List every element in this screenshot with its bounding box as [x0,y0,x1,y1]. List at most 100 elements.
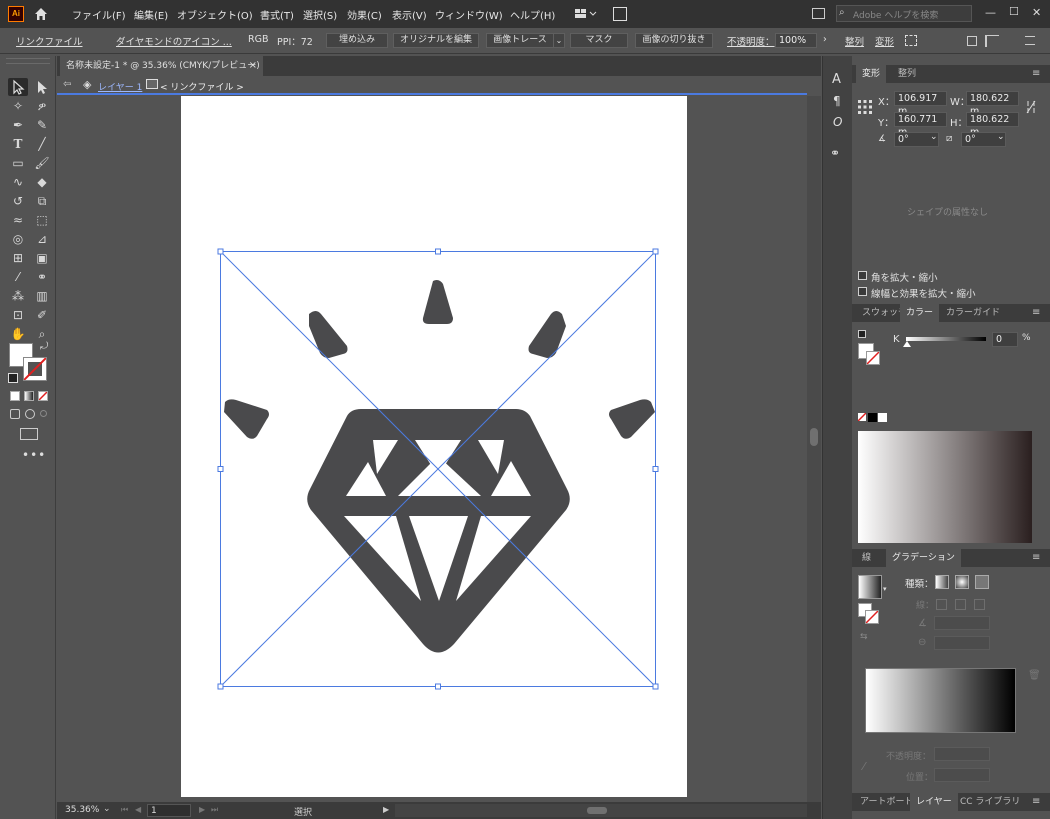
menu-lines-icon[interactable] [1025,36,1035,45]
draw-inside-icon[interactable] [40,410,47,417]
color-stroke-swatch[interactable] [866,351,880,365]
opacity-label[interactable]: 不透明度： [727,34,775,48]
reference-point-icon[interactable] [858,100,872,114]
menu-item-4[interactable]: 選択(S) [303,7,337,22]
delete-stop-icon[interactable]: 🗑 [1028,670,1041,681]
close-tab-button[interactable]: × [249,56,257,76]
first-artboard-icon[interactable]: ⏮ [121,805,128,815]
tab-color[interactable]: カラー [900,304,940,322]
zoom-level[interactable]: 35.36% [65,805,99,815]
file-name-link[interactable]: ダイヤモンドのアイコン ... [116,34,232,48]
type-tool-icon[interactable]: T [8,135,28,153]
chevron-right-icon[interactable]: › [823,34,827,45]
tab-layers[interactable]: レイヤー [910,793,958,811]
toolbar-grip[interactable] [6,58,50,64]
status-play-icon[interactable]: ▶ [383,805,389,814]
character-panel-icon[interactable]: A [832,72,841,87]
h-scroll-thumb[interactable] [587,807,607,814]
color-panel-menu-icon[interactable]: ≡ [1032,307,1040,318]
rotate-tool-icon[interactable]: ↺ [8,192,28,210]
opentype-panel-icon[interactable]: O [833,115,842,129]
gradient-angle-field[interactable] [934,616,990,630]
crop-image-button[interactable]: 画像の切り抜き [635,33,713,48]
vertical-scrollbar[interactable] [807,96,821,802]
perspective-grid-tool-icon[interactable]: ⊿ [32,230,52,248]
scroll-thumb[interactable] [810,428,818,446]
h-field[interactable]: 180.622 m [966,112,1019,138]
k-slider-handle[interactable] [903,341,911,347]
k-slider[interactable] [906,337,986,341]
menu-item-6[interactable]: 表示(V) [392,7,427,22]
breadcrumb-layer[interactable]: レイヤー 1 [98,80,142,93]
linked-file-link[interactable]: リンクファイル [16,34,83,48]
white-color-chip[interactable] [878,413,887,422]
scale-strokes-checkbox[interactable] [858,287,867,296]
stroke-swatch[interactable] [23,357,47,381]
more-tools-icon[interactable]: ••• [22,448,46,462]
menu-item-1[interactable]: 編集(E) [134,7,168,22]
align-link[interactable]: 整列 [845,34,864,48]
panel-menu-icon[interactable]: ≡ [1032,68,1040,79]
prev-artboard-icon[interactable]: ◀ [135,805,141,814]
next-artboard-icon[interactable]: ▶ [199,805,205,814]
pen-tool-icon[interactable]: ✒ [8,116,28,134]
help-search-field[interactable]: ⌕ Adobe ヘルプを検索 [836,5,972,22]
artboard-number-field[interactable]: 1 [147,804,191,817]
k-value-field[interactable]: 0 [992,332,1018,347]
color-mode-icon[interactable] [10,391,20,401]
scale-tool-icon[interactable]: ⧉ [32,192,52,210]
black-color-chip[interactable] [868,413,877,422]
maximize-button[interactable]: ☐ [1009,5,1019,18]
embed-button[interactable]: 埋め込み [326,33,388,48]
gradient-preview-dropdown-icon[interactable]: ▾ [883,585,887,593]
none-color-chip[interactable] [857,412,867,422]
send-icon[interactable] [613,7,627,21]
stroke-along-icon[interactable] [955,599,966,610]
w-field[interactable]: 180.622 m [966,91,1019,117]
linear-gradient-button[interactable] [935,575,949,589]
menu-item-2[interactable]: オブジェクト(O) [177,7,253,22]
gradient-panel-menu-icon[interactable]: ≡ [1032,552,1040,563]
panel-toggle-icon[interactable] [812,8,825,19]
free-transform-tool-icon[interactable]: ⬚ [32,211,52,229]
scale-corners-checkbox[interactable] [858,271,867,280]
arrange-icon[interactable] [967,36,977,46]
gradient-eyedropper-icon[interactable]: ⁄ [863,760,865,773]
line-tool-icon[interactable]: ╱ [32,135,52,153]
gradient-stroke-swatch[interactable] [865,610,879,624]
artboard-tool-icon[interactable]: ⊡ [8,306,28,324]
default-colors-icon[interactable] [8,373,18,383]
rectangle-tool-icon[interactable]: ▭ [8,154,28,172]
mesh-tool-icon[interactable]: ⊞ [8,249,28,267]
screen-mode-icon[interactable] [20,428,38,440]
lasso-tool-icon[interactable]: ዎ [32,97,52,115]
menu-item-8[interactable]: ヘルプ(H) [510,7,555,22]
freeform-gradient-button[interactable] [975,575,989,589]
shaper-tool-icon[interactable]: ∿ [8,173,28,191]
menu-item-7[interactable]: ウィンドウ(W) [435,7,503,22]
isolate-icon[interactable] [985,35,999,47]
constrain-proportions-icon[interactable] [1026,100,1036,114]
stop-position-field[interactable] [934,768,990,782]
image-trace-dropdown[interactable]: ⌄ [553,33,565,48]
links-panel-icon[interactable]: ⚭ [830,146,840,160]
selection-tool-icon[interactable] [8,78,28,96]
color-spectrum[interactable] [858,431,1032,543]
direct-selection-tool-icon[interactable] [32,78,52,96]
horizontal-scrollbar[interactable] [395,804,807,817]
aspect-ratio-field[interactable] [934,636,990,650]
placed-image[interactable] [181,96,687,797]
paragraph-panel-icon[interactable]: ¶ [833,94,841,108]
shape-builder-tool-icon[interactable]: ◎ [8,230,28,248]
document-tab[interactable]: 名称未設定-1 * @ 35.36% (CMYK/プレビュー) × [60,56,263,76]
home-icon[interactable] [33,6,49,22]
color-default-icon[interactable] [858,330,866,338]
blend-tool-icon[interactable]: ⚭ [32,268,52,286]
workspace-switcher[interactable] [575,8,597,20]
tab-stroke[interactable]: 線 [856,549,877,567]
tab-transform[interactable]: 変形 [856,65,887,83]
transform-bbox-icon[interactable] [905,35,917,46]
none-mode-icon[interactable] [38,391,48,401]
curvature-tool-icon[interactable]: ✎ [32,116,52,134]
eraser-tool-icon[interactable]: ◆ [32,173,52,191]
